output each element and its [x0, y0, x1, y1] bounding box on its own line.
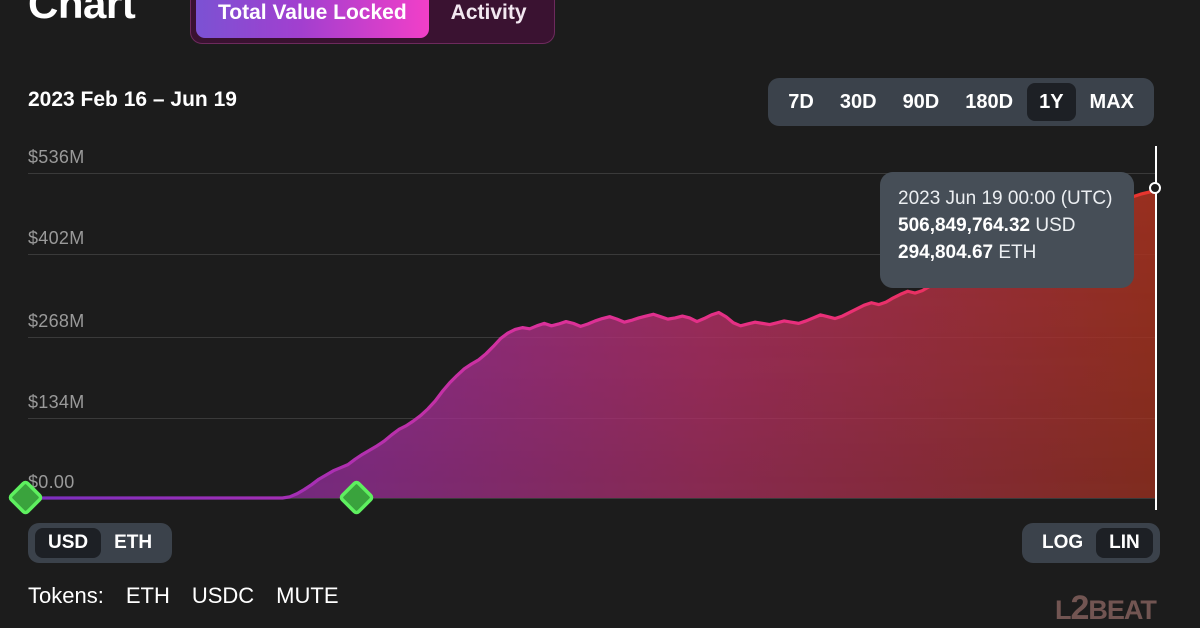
range-button-7d[interactable]: 7D	[776, 83, 826, 121]
tab-total-value-locked[interactable]: Total Value Locked	[196, 0, 429, 38]
token-chip-mute[interactable]: MUTE	[276, 583, 338, 609]
tooltip-date: 2023 Jun 19 00:00 (UTC)	[898, 188, 1113, 209]
tooltip-eth-value: 294,804.67	[898, 242, 994, 263]
tokens-label: Tokens:	[28, 583, 104, 608]
unit-button-eth[interactable]: ETH	[101, 528, 165, 558]
tooltip-eth-unit: ETH	[998, 242, 1037, 263]
scale-button-lin[interactable]: LIN	[1096, 528, 1153, 558]
watermark-big: 2	[1070, 589, 1090, 627]
time-range-selector: 7D 30D 90D 180D 1Y MAX	[768, 78, 1154, 126]
token-chip-usdc[interactable]: USDC	[192, 583, 254, 609]
crosshair-line	[1155, 146, 1157, 510]
token-chip-eth[interactable]: ETH	[126, 583, 170, 609]
tooltip-usd-row: 506,849,764.32 USD	[898, 212, 1116, 239]
chart-tooltip: 2023 Jun 19 00:00 (UTC) 506,849,764.32 U…	[880, 172, 1134, 288]
unit-button-usd[interactable]: USD	[35, 528, 102, 558]
tokens-row: Tokens: ETH USDC MUTE	[28, 583, 339, 609]
range-button-1y[interactable]: 1Y	[1027, 83, 1076, 121]
date-range-label: 2023 Feb 16 – Jun 19	[28, 88, 237, 111]
range-button-30d[interactable]: 30D	[828, 83, 889, 121]
tooltip-eth-row: 294,804.67 ETH	[898, 239, 1116, 266]
scale-button-log[interactable]: LOG	[1029, 528, 1096, 558]
tooltip-usd-unit: USD	[1035, 215, 1076, 236]
page-header: Chart Total Value Locked Activity	[0, 0, 1200, 46]
range-button-180d[interactable]: 180D	[953, 83, 1025, 121]
page-title: Chart	[28, 0, 136, 27]
l2beat-watermark: L2BEAT	[1055, 589, 1157, 628]
scale-toggle-group: LOG LIN	[1022, 523, 1160, 563]
watermark-pre: L	[1055, 595, 1071, 625]
chart-page: Chart Total Value Locked Activity 2023 F…	[0, 0, 1200, 628]
chart-toolbar: 2023 Feb 16 – Jun 19 7D 30D 90D 180D 1Y …	[0, 78, 1200, 126]
unit-toggle-group: USD ETH	[28, 523, 173, 563]
watermark-post: BEAT	[1088, 595, 1156, 625]
range-button-90d[interactable]: 90D	[891, 83, 952, 121]
hover-point-marker	[1149, 182, 1161, 194]
tab-activity[interactable]: Activity	[429, 0, 549, 38]
range-button-max[interactable]: MAX	[1078, 83, 1146, 121]
chart-tab-group: Total Value Locked Activity	[190, 0, 555, 44]
tooltip-usd-value: 506,849,764.32	[898, 215, 1031, 236]
